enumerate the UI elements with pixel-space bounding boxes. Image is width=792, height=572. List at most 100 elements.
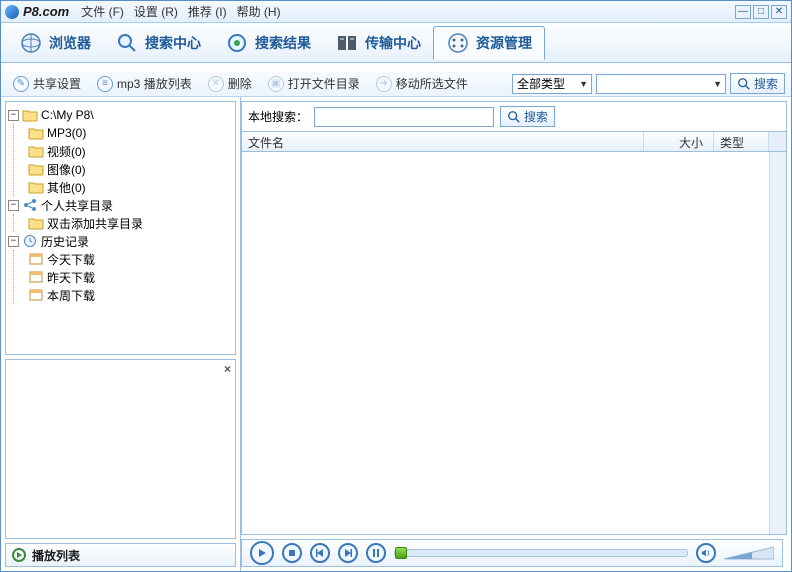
title-bar: P8.com 文件 (F) 设置 (R) 推荐 (I) 帮助 (H) — □ ✕: [1, 1, 791, 23]
search-center-icon: [115, 31, 139, 55]
move-selected-label: 移动所选文件: [396, 75, 468, 92]
prev-button[interactable]: [310, 543, 330, 563]
volume-button[interactable]: [696, 543, 716, 563]
share-settings-button[interactable]: ✎ 共享设置: [7, 73, 87, 94]
player-bar: [241, 539, 783, 567]
file-list-header: 文件名 大小 类型: [241, 132, 787, 152]
local-search-button[interactable]: 搜索: [500, 106, 555, 127]
stop-button[interactable]: [282, 543, 302, 563]
tab-browser-label: 浏览器: [49, 33, 91, 53]
share-settings-label: 共享设置: [33, 75, 81, 92]
mp3-playlist-label: mp3 播放列表: [117, 75, 192, 92]
folder-icon: [28, 162, 44, 176]
share-icon: [22, 198, 38, 212]
open-file-dir-label: 打开文件目录: [288, 75, 360, 92]
type-filter-dropdown[interactable]: 全部类型 ▼: [512, 74, 592, 94]
calendar-icon: [28, 288, 44, 302]
tab-browser[interactable]: 浏览器: [7, 26, 103, 60]
menu-recommend[interactable]: 推荐 (I): [188, 3, 227, 20]
local-search-row: 本地搜索： 搜索: [241, 101, 787, 132]
close-button[interactable]: ✕: [771, 5, 787, 19]
tree-root[interactable]: − C:\My P8\: [8, 106, 233, 124]
delete-icon: ✕: [208, 76, 224, 92]
open-file-dir-button[interactable]: ▣ 打开文件目录: [262, 73, 366, 94]
tree-other[interactable]: 其他(0): [14, 178, 233, 196]
tree-image-label: 图像(0): [47, 161, 86, 178]
col-size[interactable]: 大小: [644, 132, 714, 151]
pause-button[interactable]: [366, 543, 386, 563]
tree-thisweek[interactable]: 本周下载: [14, 286, 233, 304]
tree-today[interactable]: 今天下载: [14, 250, 233, 268]
transfer-icon: [335, 31, 359, 55]
progress-thumb[interactable]: [395, 547, 407, 559]
tree-yesterday-label: 昨天下载: [47, 269, 95, 286]
minimize-button[interactable]: —: [735, 5, 751, 19]
folder-tree: − C:\My P8\ MP3(0) 视频(0) 图像(0) 其他(0): [5, 101, 236, 355]
chevron-down-icon: ▼: [713, 79, 722, 89]
tree-video-label: 视频(0): [47, 143, 86, 160]
tree-add-share-label: 双击添加共享目录: [47, 215, 143, 232]
tab-resource-mgmt-label: 资源管理: [476, 33, 532, 53]
tab-resource-mgmt[interactable]: 资源管理: [433, 26, 545, 60]
mp3-playlist-button[interactable]: ≡ mp3 播放列表: [91, 73, 198, 94]
progress-slider[interactable]: [394, 549, 688, 557]
tree-yesterday[interactable]: 昨天下载: [14, 268, 233, 286]
menu-file[interactable]: 文件 (F): [81, 3, 124, 20]
tree-add-share[interactable]: 双击添加共享目录: [14, 214, 233, 232]
next-button[interactable]: [338, 543, 358, 563]
open-folder-icon: ▣: [268, 76, 284, 92]
menu-settings[interactable]: 设置 (R): [134, 3, 178, 20]
tree-personal-share[interactable]: − 个人共享目录: [8, 196, 233, 214]
collapse-icon[interactable]: −: [8, 110, 19, 121]
list-icon: ≡: [97, 76, 113, 92]
local-search-input[interactable]: [314, 107, 494, 127]
tree-mp3[interactable]: MP3(0): [14, 124, 233, 142]
toolbar: ✎ 共享设置 ≡ mp3 播放列表 ✕ 删除 ▣ 打开文件目录 ➜ 移动所选文件…: [1, 71, 791, 97]
tab-transfer-center[interactable]: 传输中心: [323, 26, 433, 60]
folder-icon: [28, 180, 44, 194]
delete-button[interactable]: ✕ 删除: [202, 73, 258, 94]
menu-help[interactable]: 帮助 (H): [237, 3, 281, 20]
search-icon: [737, 77, 751, 91]
calendar-icon: [28, 252, 44, 266]
tab-search-center[interactable]: 搜索中心: [103, 26, 213, 60]
playlist-label: 播放列表: [32, 547, 80, 564]
folder-icon: [28, 144, 44, 158]
folder-icon: [28, 126, 44, 140]
wrench-icon: ✎: [13, 76, 29, 92]
vertical-scrollbar[interactable]: [769, 152, 786, 534]
play-button[interactable]: [250, 541, 274, 565]
clock-icon: [22, 234, 38, 248]
toolbar-search-button[interactable]: 搜索: [730, 73, 785, 94]
tab-search-results[interactable]: 搜索结果: [213, 26, 323, 60]
col-filename[interactable]: 文件名: [242, 132, 644, 151]
tree-history-label: 历史记录: [41, 233, 89, 250]
menu-bar: 文件 (F) 设置 (R) 推荐 (I) 帮助 (H): [81, 3, 280, 20]
file-list-body: [241, 152, 787, 535]
move-selected-button[interactable]: ➜ 移动所选文件: [370, 73, 474, 94]
sidebar-bottom-panel: ×: [5, 359, 236, 539]
tree-image[interactable]: 图像(0): [14, 160, 233, 178]
col-type[interactable]: 类型: [714, 132, 769, 151]
tab-transfer-center-label: 传输中心: [365, 33, 421, 53]
secondary-filter-dropdown[interactable]: ▼: [596, 74, 726, 94]
tree-history[interactable]: − 历史记录: [8, 232, 233, 250]
tree-thisweek-label: 本周下载: [47, 287, 95, 304]
playlist-bar[interactable]: 播放列表: [5, 543, 236, 567]
calendar-icon: [28, 270, 44, 284]
panel-close-icon[interactable]: ×: [224, 362, 231, 376]
collapse-icon[interactable]: −: [8, 200, 19, 211]
delete-label: 删除: [228, 75, 252, 92]
tree-video[interactable]: 视频(0): [14, 142, 233, 160]
volume-slider[interactable]: [724, 547, 774, 559]
collapse-icon[interactable]: −: [8, 236, 19, 247]
sidebar: − C:\My P8\ MP3(0) 视频(0) 图像(0) 其他(0): [1, 97, 241, 571]
browser-icon: [19, 31, 43, 55]
app-logo-icon: [5, 5, 19, 19]
app-title: P8.com: [23, 4, 69, 19]
toolbar-search-label: 搜索: [754, 75, 778, 92]
tab-search-results-label: 搜索结果: [255, 33, 311, 53]
maximize-button[interactable]: □: [753, 5, 769, 19]
local-search-label: 本地搜索：: [248, 108, 308, 125]
folder-open-icon: [22, 108, 38, 122]
